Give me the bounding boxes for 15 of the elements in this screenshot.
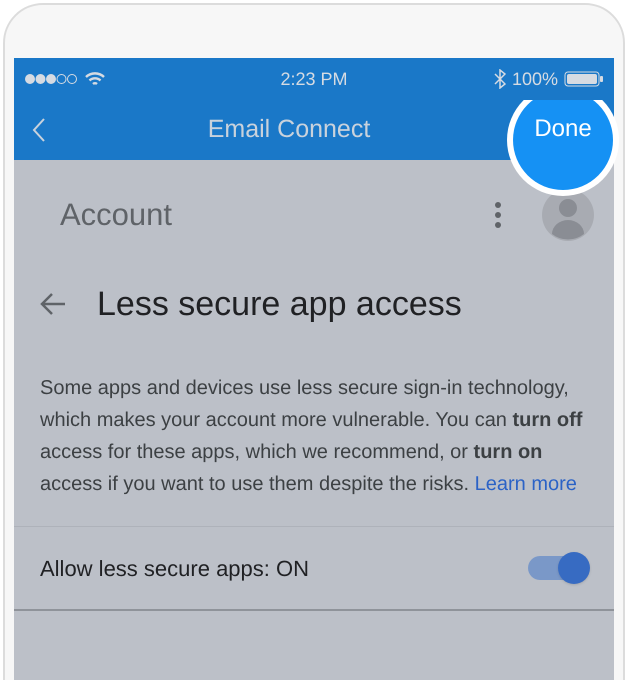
wifi-icon: [84, 71, 106, 87]
learn-more-link[interactable]: Learn more: [474, 473, 577, 495]
battery-percent: 100%: [512, 70, 558, 88]
more-options-icon[interactable]: [494, 202, 502, 228]
bluetooth-icon: [494, 69, 506, 89]
nav-title: Email Connect: [208, 114, 370, 146]
battery-icon: [564, 71, 604, 87]
page-title: Less secure app access: [97, 284, 462, 324]
account-title: Account: [60, 196, 172, 234]
done-button[interactable]: Done: [528, 113, 598, 145]
description-text: Some apps and devices use less secure sign-in technology, which makes your account more vulnerable. You can turn off access for these apps, which we recommend, or turn on access if you want to use them despite the risks. Learn more: [14, 338, 614, 527]
status-time: 2:23 PM: [280, 70, 348, 88]
back-arrow-icon[interactable]: [39, 292, 67, 316]
setting-label: Allow less secure apps: ON: [40, 554, 309, 583]
signal-icon: [24, 73, 78, 85]
